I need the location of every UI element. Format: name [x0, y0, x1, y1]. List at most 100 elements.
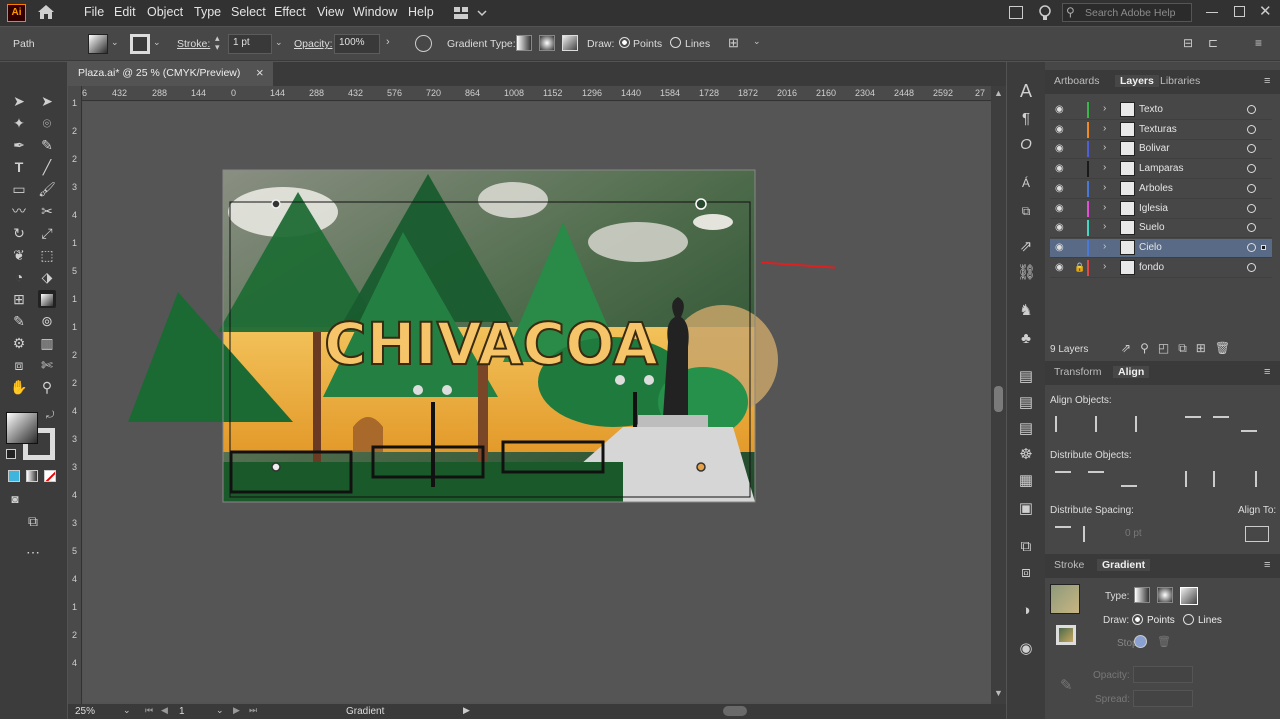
arrange-dropdown-icon[interactable]: ⌄: [753, 36, 761, 47]
rectangle-tool-icon[interactable]: ▭: [10, 180, 28, 198]
layer-target-icon[interactable]: [1247, 223, 1256, 233]
align-right-button[interactable]: [1121, 416, 1137, 432]
align-top-button[interactable]: [1185, 416, 1201, 432]
curvature-tool-icon[interactable]: ✎: [38, 136, 56, 154]
home-icon[interactable]: [37, 4, 55, 20]
shaper-tool-icon[interactable]: 〰: [10, 202, 28, 220]
freeform-gradient-button[interactable]: [562, 35, 578, 51]
radial-gradient-type-button[interactable]: [1157, 587, 1173, 603]
align-left-button[interactable]: [1055, 416, 1071, 432]
close-tab-icon[interactable]: ×: [256, 65, 264, 80]
align-hcenter-button[interactable]: [1088, 416, 1097, 432]
recolor-artwork-icon[interactable]: [415, 35, 432, 52]
draw-points-radio[interactable]: [619, 37, 630, 48]
prev-artboard-icon[interactable]: ◀: [161, 705, 168, 716]
menu-view[interactable]: View: [317, 5, 344, 19]
visibility-eye-icon[interactable]: ◉: [1055, 144, 1066, 154]
fill-color-swatch[interactable]: [6, 412, 38, 444]
panel-menu-icon[interactable]: ≡: [1264, 366, 1270, 378]
warp-tool-icon[interactable]: ❦: [10, 246, 28, 264]
slice-tool-icon[interactable]: ✄: [38, 356, 56, 374]
graph-tool-icon[interactable]: ▥: [38, 334, 56, 352]
expand-layer-icon[interactable]: ›: [1103, 221, 1106, 232]
artboards-panel-icon[interactable]: ▤: [1017, 394, 1035, 412]
gradient-point[interactable]: [271, 462, 281, 472]
swatches-panel-icon[interactable]: ⧉: [1017, 538, 1035, 556]
expand-layer-icon[interactable]: ›: [1103, 261, 1106, 272]
stroke-weight-input[interactable]: 1 pt: [228, 34, 272, 54]
menu-help[interactable]: Help: [408, 5, 434, 19]
opacity-expand-icon[interactable]: ›: [386, 36, 390, 48]
line-tool-icon[interactable]: ╱: [38, 158, 56, 176]
tab-layers[interactable]: Layers: [1115, 75, 1159, 87]
swap-colors-icon[interactable]: ⤾: [46, 410, 54, 421]
linear-gradient-type-button[interactable]: [1134, 587, 1150, 603]
gradient-tool-icon[interactable]: [38, 290, 56, 308]
menu-window[interactable]: Window: [353, 5, 397, 19]
layer-row[interactable]: ◉ › Cielo: [1050, 238, 1272, 258]
transform-panel-icon[interactable]: ⧉: [1017, 202, 1035, 220]
vertical-spacing-button[interactable]: [1055, 526, 1071, 542]
puppet-panel-icon[interactable]: ♞: [1017, 302, 1035, 320]
scroll-down-icon[interactable]: ▼: [994, 688, 1003, 698]
menu-object[interactable]: Object: [147, 5, 183, 19]
gradient-preview-swatch[interactable]: [1050, 584, 1080, 614]
layer-target-icon[interactable]: [1247, 183, 1256, 193]
close-window-button[interactable]: ✕: [1259, 2, 1272, 20]
layer-name[interactable]: Texto: [1139, 104, 1163, 115]
minimize-button[interactable]: [1206, 12, 1218, 13]
visibility-eye-icon[interactable]: ◉: [1055, 124, 1066, 134]
layer-name[interactable]: Arboles: [1139, 183, 1173, 194]
live-paint-tool-icon[interactable]: ⬗: [38, 268, 56, 286]
menu-edit[interactable]: Edit: [114, 5, 136, 19]
locate-object-icon[interactable]: ⚲: [1140, 341, 1158, 355]
document-tab[interactable]: Plaza.ai* @ 25 % (CMYK/Preview) ×: [68, 62, 273, 86]
expand-layer-icon[interactable]: ›: [1103, 162, 1106, 173]
scroll-thumb[interactable]: [994, 386, 1003, 412]
tab-gradient[interactable]: Gradient: [1097, 559, 1151, 571]
expand-layer-icon[interactable]: ›: [1103, 142, 1106, 153]
magic-wand-tool-icon[interactable]: ✦: [10, 114, 28, 132]
type-tool-icon[interactable]: T: [10, 158, 28, 176]
layer-name[interactable]: Lamparas: [1139, 163, 1183, 174]
zoom-dropdown-icon[interactable]: ⌄: [123, 705, 131, 716]
visibility-eye-icon[interactable]: ◉: [1055, 105, 1066, 115]
none-mode-icon[interactable]: [44, 470, 56, 482]
free-transform-tool-icon[interactable]: ⬚: [38, 246, 56, 264]
shape-builder-tool-icon[interactable]: ◔: [10, 268, 28, 286]
mesh-tool-icon[interactable]: ⊞: [10, 290, 28, 308]
layer-target-icon[interactable]: [1247, 242, 1256, 252]
radial-gradient-button[interactable]: [539, 35, 555, 51]
zoom-tool-icon[interactable]: ⚲: [38, 378, 56, 396]
layer-target-icon[interactable]: [1247, 105, 1256, 114]
horizontal-scroll-thumb[interactable]: [723, 706, 747, 716]
scale-tool-icon[interactable]: ⤢: [38, 224, 56, 242]
layer-name[interactable]: Cielo: [1139, 242, 1162, 253]
symbols-panel-icon[interactable]: ♣: [1017, 330, 1035, 348]
gradient-point[interactable]: [695, 198, 707, 210]
expand-layer-icon[interactable]: ›: [1103, 123, 1106, 134]
layer-target-icon[interactable]: [1247, 144, 1256, 154]
first-artboard-icon[interactable]: ⏮: [145, 705, 153, 716]
new-layer-icon[interactable]: ⊞: [1196, 341, 1215, 355]
layer-name[interactable]: Suelo: [1139, 222, 1165, 233]
direct-selection-tool-icon[interactable]: ➤: [38, 92, 56, 110]
spacing-value-input[interactable]: 0 pt: [1111, 526, 1191, 543]
libraries-panel-icon[interactable]: ▤: [1017, 368, 1035, 386]
visibility-eye-icon[interactable]: ◉: [1055, 223, 1066, 233]
export-panel-icon[interactable]: ⇗: [1017, 238, 1035, 256]
layer-target-icon[interactable]: [1247, 164, 1256, 174]
tab-stroke[interactable]: Stroke: [1054, 559, 1084, 571]
paragraph-panel-icon[interactable]: ¶: [1017, 110, 1035, 128]
more-tools-icon[interactable]: ⋯: [24, 543, 42, 561]
stroke-stepper[interactable]: ▴ ▾: [215, 34, 220, 52]
brushes-panel-icon[interactable]: ▣: [1017, 500, 1035, 518]
menu-effect[interactable]: Effect: [274, 5, 306, 19]
freeform-gradient-type-button[interactable]: [1180, 587, 1198, 605]
zoom-level[interactable]: 25%: [75, 706, 95, 717]
tab-align[interactable]: Align: [1113, 366, 1150, 378]
appearance-panel-icon[interactable]: ☸: [1017, 446, 1035, 464]
distribute-vcenter-button[interactable]: [1088, 471, 1104, 487]
export-layer-icon[interactable]: ⇗: [1121, 341, 1140, 355]
screen-mode-icon[interactable]: ⧉: [24, 512, 42, 530]
